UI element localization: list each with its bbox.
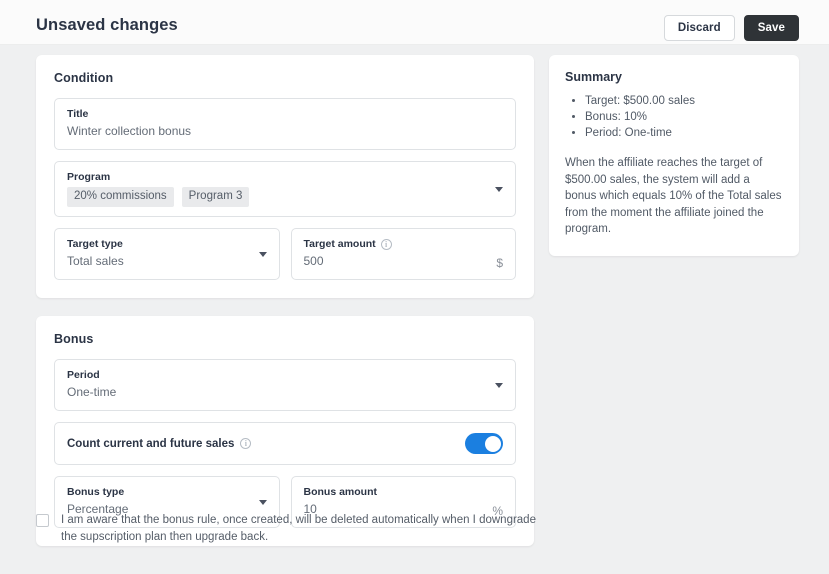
info-icon[interactable]	[240, 438, 252, 449]
program-tag[interactable]: Program 3	[181, 187, 250, 207]
summary-list-item: Target: $500.00 sales	[585, 93, 783, 109]
page-title: Unsaved changes	[36, 16, 178, 34]
summary-description: When the affiliate reaches the target of…	[565, 157, 782, 235]
target-amount-label: Target amount	[304, 237, 504, 251]
target-amount-label-text: Target amount	[303, 238, 376, 250]
count-sales-label-text: Count current and future sales	[67, 437, 235, 450]
chevron-down-icon[interactable]	[258, 500, 267, 505]
discard-button[interactable]: Discard	[663, 15, 735, 41]
summary-title: Summary	[565, 70, 622, 84]
count-sales-toggle[interactable]	[465, 433, 503, 454]
chevron-down-icon[interactable]	[258, 252, 267, 257]
consent-checkbox[interactable]	[36, 514, 49, 527]
top-bar: Unsaved changes Discard Save	[0, 0, 829, 45]
target-amount-input[interactable]: Target amount 500 $	[290, 228, 516, 280]
condition-card-title: Condition	[54, 71, 114, 85]
title-field-label: Title	[67, 108, 89, 120]
consent-row: I am aware that the bonus rule, once cre…	[36, 512, 536, 546]
summary-list: Target: $500.00 sales Bonus: 10% Period:…	[585, 93, 783, 141]
target-row: Target type Total sales Target amount 50…	[54, 228, 516, 280]
bonus-card-title: Bonus	[54, 332, 94, 346]
title-field-value: Winter collection bonus	[67, 124, 192, 138]
target-type-value: Total sales	[67, 254, 124, 268]
program-tag-list: 20% commissions Program 3	[67, 187, 503, 207]
save-button[interactable]: Save	[743, 15, 799, 41]
header-actions: Discard Save	[663, 15, 799, 41]
condition-card: Condition Title Winter collection bonus …	[36, 55, 534, 298]
target-amount-value: 500	[303, 254, 324, 268]
currency-suffix: $	[496, 256, 503, 270]
period-select[interactable]: Period One-time	[54, 359, 516, 411]
info-icon[interactable]	[380, 238, 392, 250]
bonus-type-label: Bonus type	[67, 486, 125, 498]
consent-label: I am aware that the bonus rule, once cre…	[61, 514, 536, 543]
chevron-down-icon[interactable]	[495, 383, 503, 388]
program-tag[interactable]: 20% commissions	[67, 187, 174, 207]
target-type-label: Target type	[67, 238, 123, 250]
chevron-down-icon[interactable]	[495, 187, 503, 192]
summary-list-item: Bonus: 10%	[585, 109, 783, 125]
title-field[interactable]: Title Winter collection bonus	[54, 98, 516, 150]
program-select-label: Program	[67, 171, 111, 183]
summary-card: Summary Target: $500.00 sales Bonus: 10%…	[549, 55, 799, 256]
count-sales-row: Count current and future sales	[54, 422, 516, 465]
period-select-label: Period	[67, 369, 100, 381]
period-select-value: One-time	[67, 385, 117, 399]
summary-list-item: Period: One-time	[585, 125, 783, 141]
target-type-select[interactable]: Target type Total sales	[54, 228, 280, 280]
toggle-knob	[484, 435, 501, 452]
program-select[interactable]: Program 20% commissions Program 3	[54, 161, 516, 217]
count-sales-label: Count current and future sales	[67, 437, 252, 450]
bonus-amount-label: Bonus amount	[303, 486, 378, 498]
form-column: Condition Title Winter collection bonus …	[36, 55, 534, 546]
